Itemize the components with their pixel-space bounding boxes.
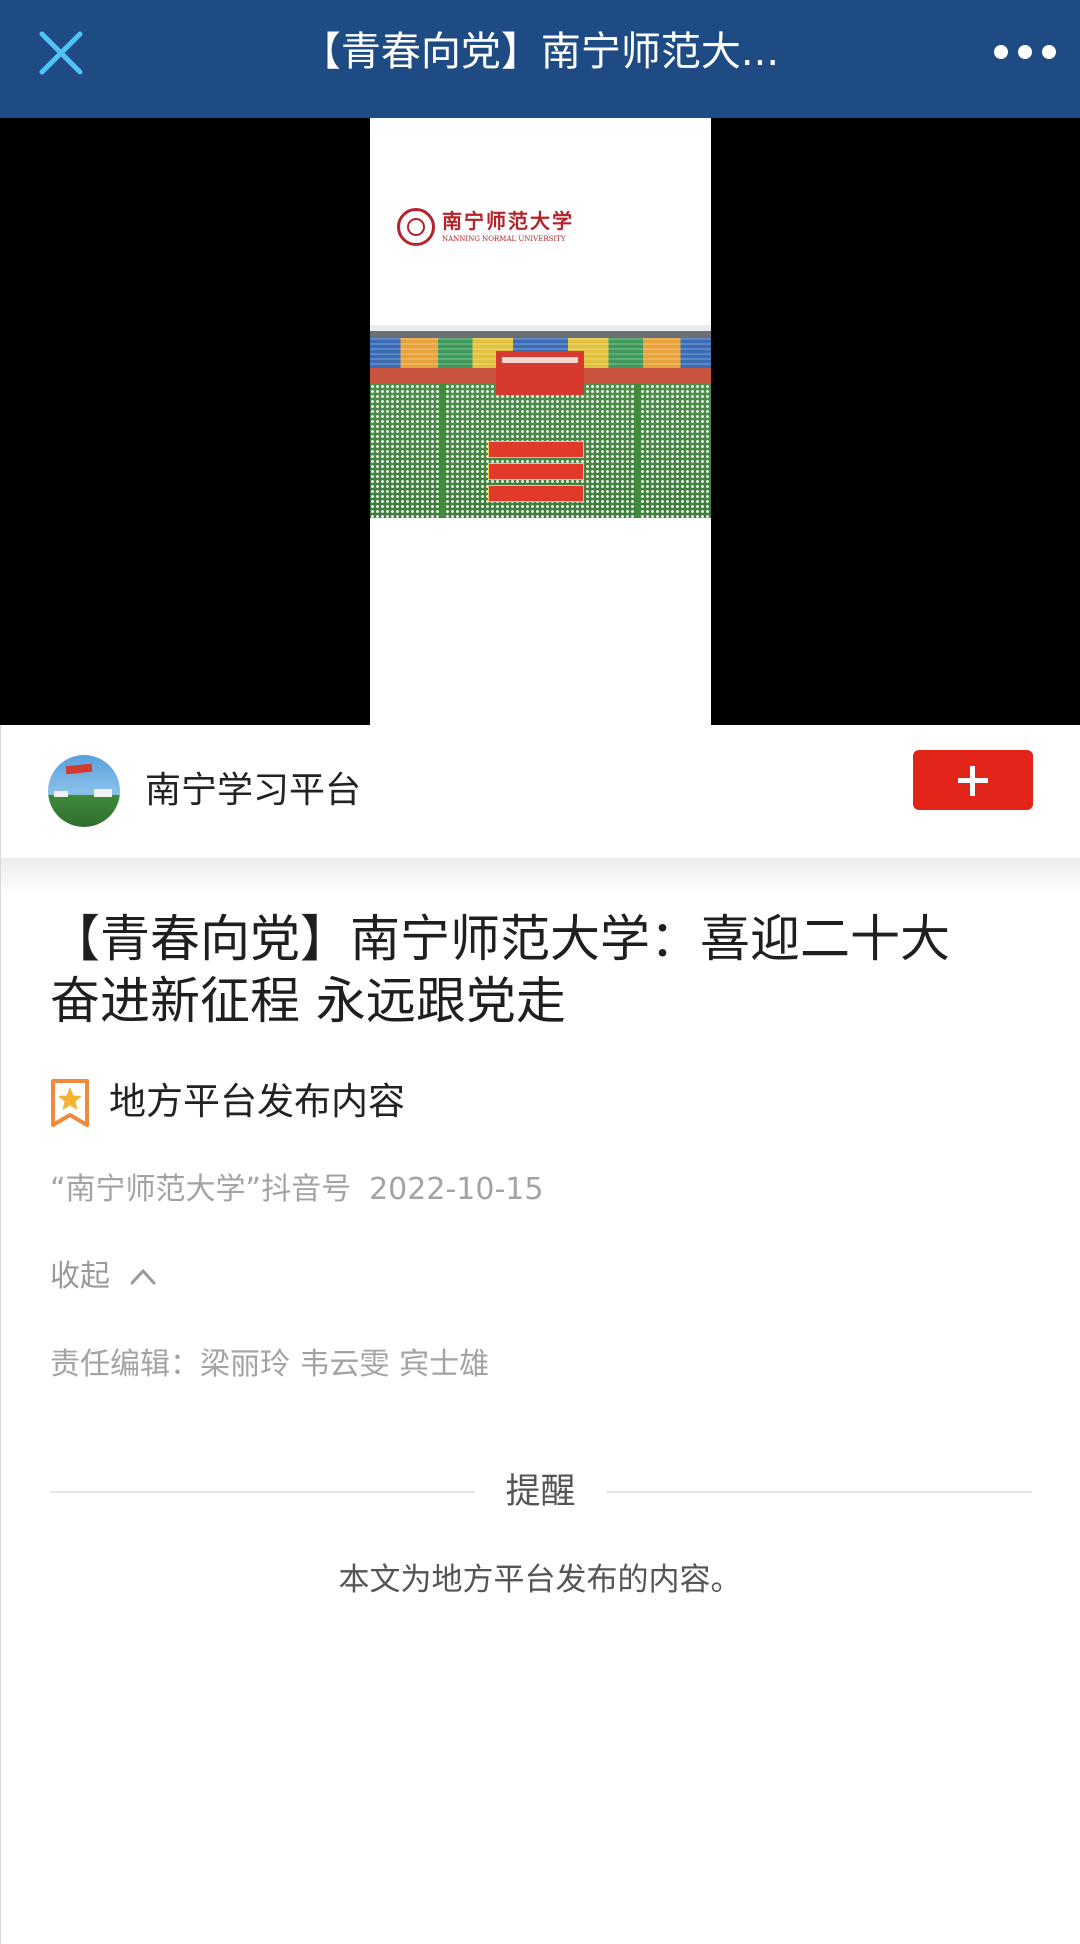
page-title: 【青春向党】南宁师范大...: [300, 29, 780, 75]
collapse-toggle[interactable]: 收起: [50, 1257, 157, 1297]
chevron-up-icon: [129, 1265, 157, 1287]
content-edge: [0, 725, 1, 1944]
divider-right: [606, 1491, 1032, 1493]
divider-left: [50, 1491, 475, 1493]
slogan-block: [488, 463, 584, 480]
video-player[interactable]: 南宁师范大学 NANNING NORMAL UNIVERSITY: [0, 118, 1080, 725]
field-lane: [635, 384, 641, 518]
university-emblem-icon: [397, 208, 435, 246]
avatar-building: [54, 791, 68, 797]
notice-heading: 提醒: [505, 1472, 576, 1512]
video-frame[interactable]: 南宁师范大学 NANNING NORMAL UNIVERSITY: [370, 118, 711, 725]
author-row: 南宁学习平台: [0, 725, 1080, 858]
stadium-roof: [370, 331, 711, 338]
more-button[interactable]: [994, 36, 1058, 68]
article-title: 【青春向党】南宁师范大学：喜迎二十大 奋进新征程 永远跟党走: [50, 910, 950, 1030]
responsible-editors: 责任编辑：梁丽玲 韦云雯 宾士雄: [50, 1347, 490, 1382]
follow-button[interactable]: [913, 750, 1033, 810]
author-name[interactable]: 南宁学习平台: [145, 768, 361, 814]
stage-banner: [502, 357, 578, 363]
top-bar: 【青春向党】南宁师范大...: [0, 0, 1080, 118]
university-logo-text: 南宁师范大学: [442, 209, 574, 233]
field-lane: [440, 384, 446, 518]
author-avatar[interactable]: [48, 755, 120, 827]
avatar-building: [94, 789, 112, 797]
star-bookmark-icon: [50, 1078, 90, 1128]
platform-badge-label: 地方平台发布内容: [109, 1080, 405, 1123]
close-button[interactable]: [30, 22, 92, 84]
slogan-block: [488, 441, 584, 458]
publish-date: 2022-10-15: [369, 1172, 544, 1207]
source-name: “南宁师范大学”抖音号: [50, 1172, 352, 1207]
notice-text: 本文为地方平台发布的内容。: [338, 1562, 742, 1598]
stadium-photo: [370, 325, 711, 518]
slogan-block: [488, 485, 584, 502]
close-icon: [39, 31, 83, 75]
source-line: “南宁师范大学”抖音号 2022-10-15: [50, 1170, 543, 1210]
collapse-label: 收起: [50, 1259, 110, 1294]
avatar-logo-mark: [65, 763, 93, 775]
university-logo-english: NANNING NORMAL UNIVERSITY: [442, 235, 566, 243]
section-shadow: [0, 858, 1080, 896]
